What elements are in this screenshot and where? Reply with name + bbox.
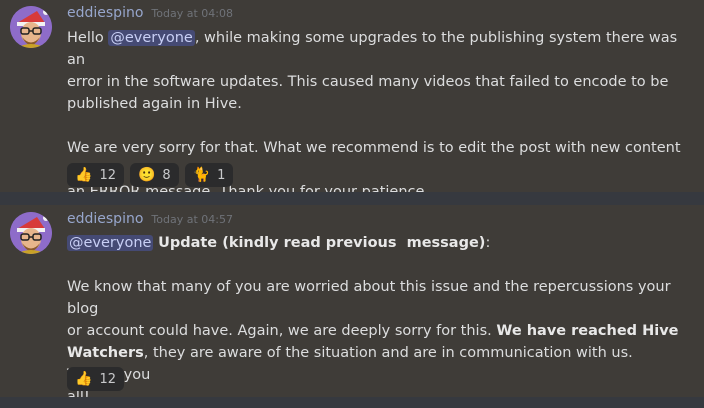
avatar-image [10,212,52,254]
message-divider [0,192,704,205]
avatar-image [10,6,52,48]
mention-everyone[interactable]: @everyone [108,30,195,46]
update-heading: Update (kindly read previous message) [158,235,486,251]
avatar[interactable] [10,6,52,48]
username[interactable]: eddiespino [67,211,143,227]
reaction-smile[interactable]: 🙂 8 [129,163,179,187]
reaction-thumbs-up[interactable]: 👍 12 [67,163,124,187]
timestamp: Today at 04:08 [151,7,233,20]
reaction-thumbs-up[interactable]: 👍 12 [67,367,124,391]
chat-view: eddiespino Today at 04:08 Hello @everyon… [0,0,704,405]
reaction-count: 1 [217,167,226,183]
text-line: error in the software updates. This caus… [67,74,669,90]
smile-icon: 🙂 [137,167,156,183]
reaction-count: 8 [162,167,171,183]
heading-suffix: : [485,235,491,251]
text-segment: or account could have. Again, we are dee… [67,323,497,339]
reaction-cat[interactable]: 🐈 1 [184,163,234,187]
reaction-count: 12 [99,167,116,183]
reaction-bar: 👍 12 [67,367,124,391]
thumbs-up-icon: 👍 [75,167,93,183]
message-header: eddiespino Today at 04:57 [67,211,233,231]
text-line: published again in Hive. [67,96,242,112]
bold-text: Watchers [67,345,144,361]
reaction-count: 12 [99,371,116,387]
text-segment: Hello [67,30,109,46]
timestamp: Today at 04:57 [151,213,233,226]
thumbs-up-icon: 👍 [75,371,93,387]
message-body: @everyone Update (kindly read previous m… [67,232,687,408]
bottom-edge [0,397,704,401]
cat-icon: 🐈 [192,167,211,183]
mention-everyone[interactable]: @everyone [67,235,154,251]
message-1: eddiespino Today at 04:08 Hello @everyon… [0,0,704,200]
avatar[interactable] [10,212,52,254]
message-header: eddiespino Today at 04:08 [67,5,233,25]
bold-text: We have reached Hive [496,323,679,339]
text-segment: , they are aware of the situation and ar… [67,345,633,383]
text-line: We know that many of you are worried abo… [67,279,676,317]
reaction-bar: 👍 12 🙂 8 🐈 1 [67,163,234,187]
username[interactable]: eddiespino [67,5,143,21]
